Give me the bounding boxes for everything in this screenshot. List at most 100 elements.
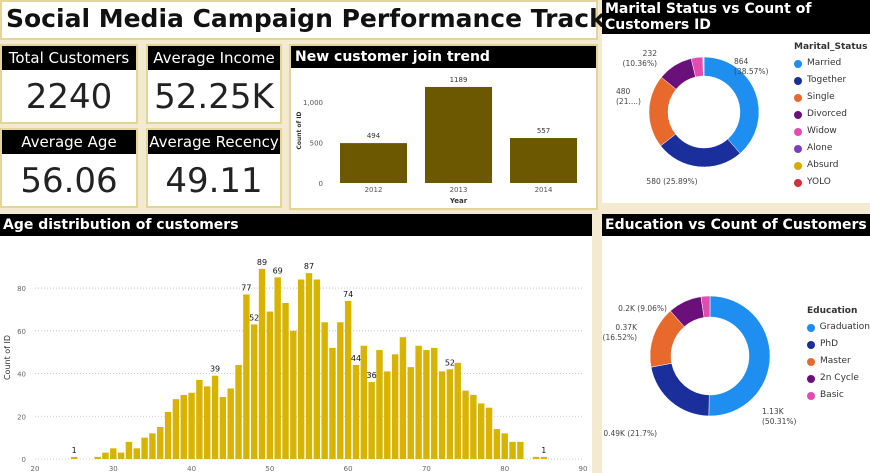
legend-item[interactable]: Absurd [794, 157, 870, 174]
legend-swatch [794, 178, 802, 187]
bar [305, 273, 313, 459]
y-tick-label: 40 [17, 371, 26, 379]
legend-swatch [807, 357, 815, 366]
bar [321, 322, 328, 459]
legend-label: Widow [807, 126, 837, 136]
bar [102, 452, 109, 459]
x-tick-label: 50 [265, 465, 274, 473]
education-legend: Education Graduation PhD Master 2n Cycle Bas… [807, 306, 870, 404]
data-label: (50.31%) [762, 417, 797, 426]
x-tick-label: 80 [500, 465, 509, 473]
bar [485, 407, 493, 459]
bar [219, 397, 227, 459]
legend-label: Alone [807, 143, 833, 153]
legend-item[interactable]: Widow [794, 123, 870, 140]
x-tick-label: 30 [109, 465, 118, 473]
bar [337, 322, 344, 459]
legend-title: Education [807, 306, 858, 316]
legend-item[interactable]: Basic [807, 387, 870, 404]
bar [423, 350, 430, 459]
bar [117, 452, 125, 459]
bar [446, 369, 454, 459]
bar [478, 403, 485, 459]
y-tick-label: 20 [17, 413, 26, 421]
legend-title: Marital_Status [794, 42, 868, 52]
bar [360, 345, 368, 459]
education-panel: Education vs Count of Customers ID 1.13K… [602, 214, 870, 473]
x-tick-label: 60 [344, 465, 353, 473]
legend-item[interactable]: PhD [807, 336, 870, 353]
legend-item[interactable]: Alone [794, 140, 870, 157]
y-tick-label: 60 [17, 328, 26, 336]
bar [470, 394, 477, 459]
data-label: 89 [257, 258, 267, 267]
bar [290, 330, 297, 459]
legend-swatch [794, 161, 802, 170]
donut-slice [708, 295, 771, 417]
kpi-label: Average Income [148, 46, 280, 70]
bar [180, 394, 187, 459]
legend-item[interactable]: Divorced [794, 106, 870, 123]
data-label: 52 [249, 313, 259, 322]
bar [501, 433, 508, 459]
age-distribution-chart: 0 20 40 60 80 20 30 40 50 60 70 80 90 1 39 77 52 89 69 87 74… [3, 258, 587, 473]
y-tick-label: 500 [310, 140, 323, 148]
kpi-value: 52.25K [154, 77, 274, 117]
legend-item[interactable]: 2n Cycle [807, 370, 870, 387]
bar [517, 441, 524, 459]
data-label: 87 [304, 262, 314, 271]
bar [384, 371, 391, 459]
bar [164, 411, 172, 459]
bar [149, 433, 156, 459]
education-title: Education vs Count of Customers ID [602, 214, 870, 236]
data-label: 44 [351, 354, 361, 363]
bar [425, 86, 492, 183]
bar [274, 277, 281, 459]
legend-item[interactable]: Single [794, 89, 870, 106]
join-trend-chart: 0 500 1,000 494 2012 1189 2013 557 2014 Year Count… [296, 76, 577, 205]
legend-item[interactable]: Master [807, 353, 870, 370]
bar [454, 362, 461, 459]
legend-swatch [794, 127, 802, 136]
bar [376, 350, 383, 459]
bar [172, 399, 180, 459]
legend-swatch [794, 59, 802, 68]
legend-label: Graduation [819, 322, 870, 332]
legend-item[interactable]: Graduation [807, 319, 870, 336]
data-label: (16.52%) [603, 333, 638, 342]
legend-label: Divorced [807, 109, 847, 119]
legend-item[interactable]: YOLO [794, 174, 870, 191]
kpi-total-customers: Total Customers 2240 [0, 44, 138, 124]
kpi-average-income: Average Income 52.25K [146, 44, 282, 124]
data-label: 0.37K [615, 323, 638, 332]
legend-label: Together [807, 75, 847, 85]
y-axis-title: Count of ID [3, 335, 12, 380]
join-trend-panel: New customer join trend 0 500 1,000 494 2012… [289, 44, 598, 210]
kpi-average-age: Average Age 56.06 [0, 128, 138, 208]
bar [313, 279, 321, 459]
bar [532, 456, 540, 459]
marital-status-legend: Marital_Status Married Together Single Divo… [794, 42, 870, 191]
bar [407, 367, 414, 459]
data-label: 1 [72, 446, 77, 455]
legend-swatch [794, 76, 802, 85]
bar [438, 371, 446, 459]
legend-swatch [794, 144, 802, 153]
kpi-label: Total Customers [2, 46, 136, 70]
bar [282, 303, 289, 459]
legend-label: Married [807, 58, 842, 68]
age-distribution-title: Age distribution of customers [0, 214, 592, 236]
bar [235, 364, 242, 459]
legend-item[interactable]: Together [794, 72, 870, 89]
bar [125, 441, 133, 459]
y-tick-label: 80 [17, 285, 26, 293]
data-label: 1.13K [762, 407, 785, 416]
legend-item[interactable]: Married [794, 55, 870, 72]
bar [340, 143, 407, 183]
y-axis-title: Count of ID [296, 111, 303, 149]
y-tick-label: 0 [319, 180, 323, 188]
marital-status-panel: Marital Status vs Count of Customers ID … [602, 0, 870, 203]
data-label: 232 [643, 49, 658, 58]
bar [431, 347, 438, 459]
kpi-average-recency: Average Recency 49.11 [146, 128, 282, 208]
